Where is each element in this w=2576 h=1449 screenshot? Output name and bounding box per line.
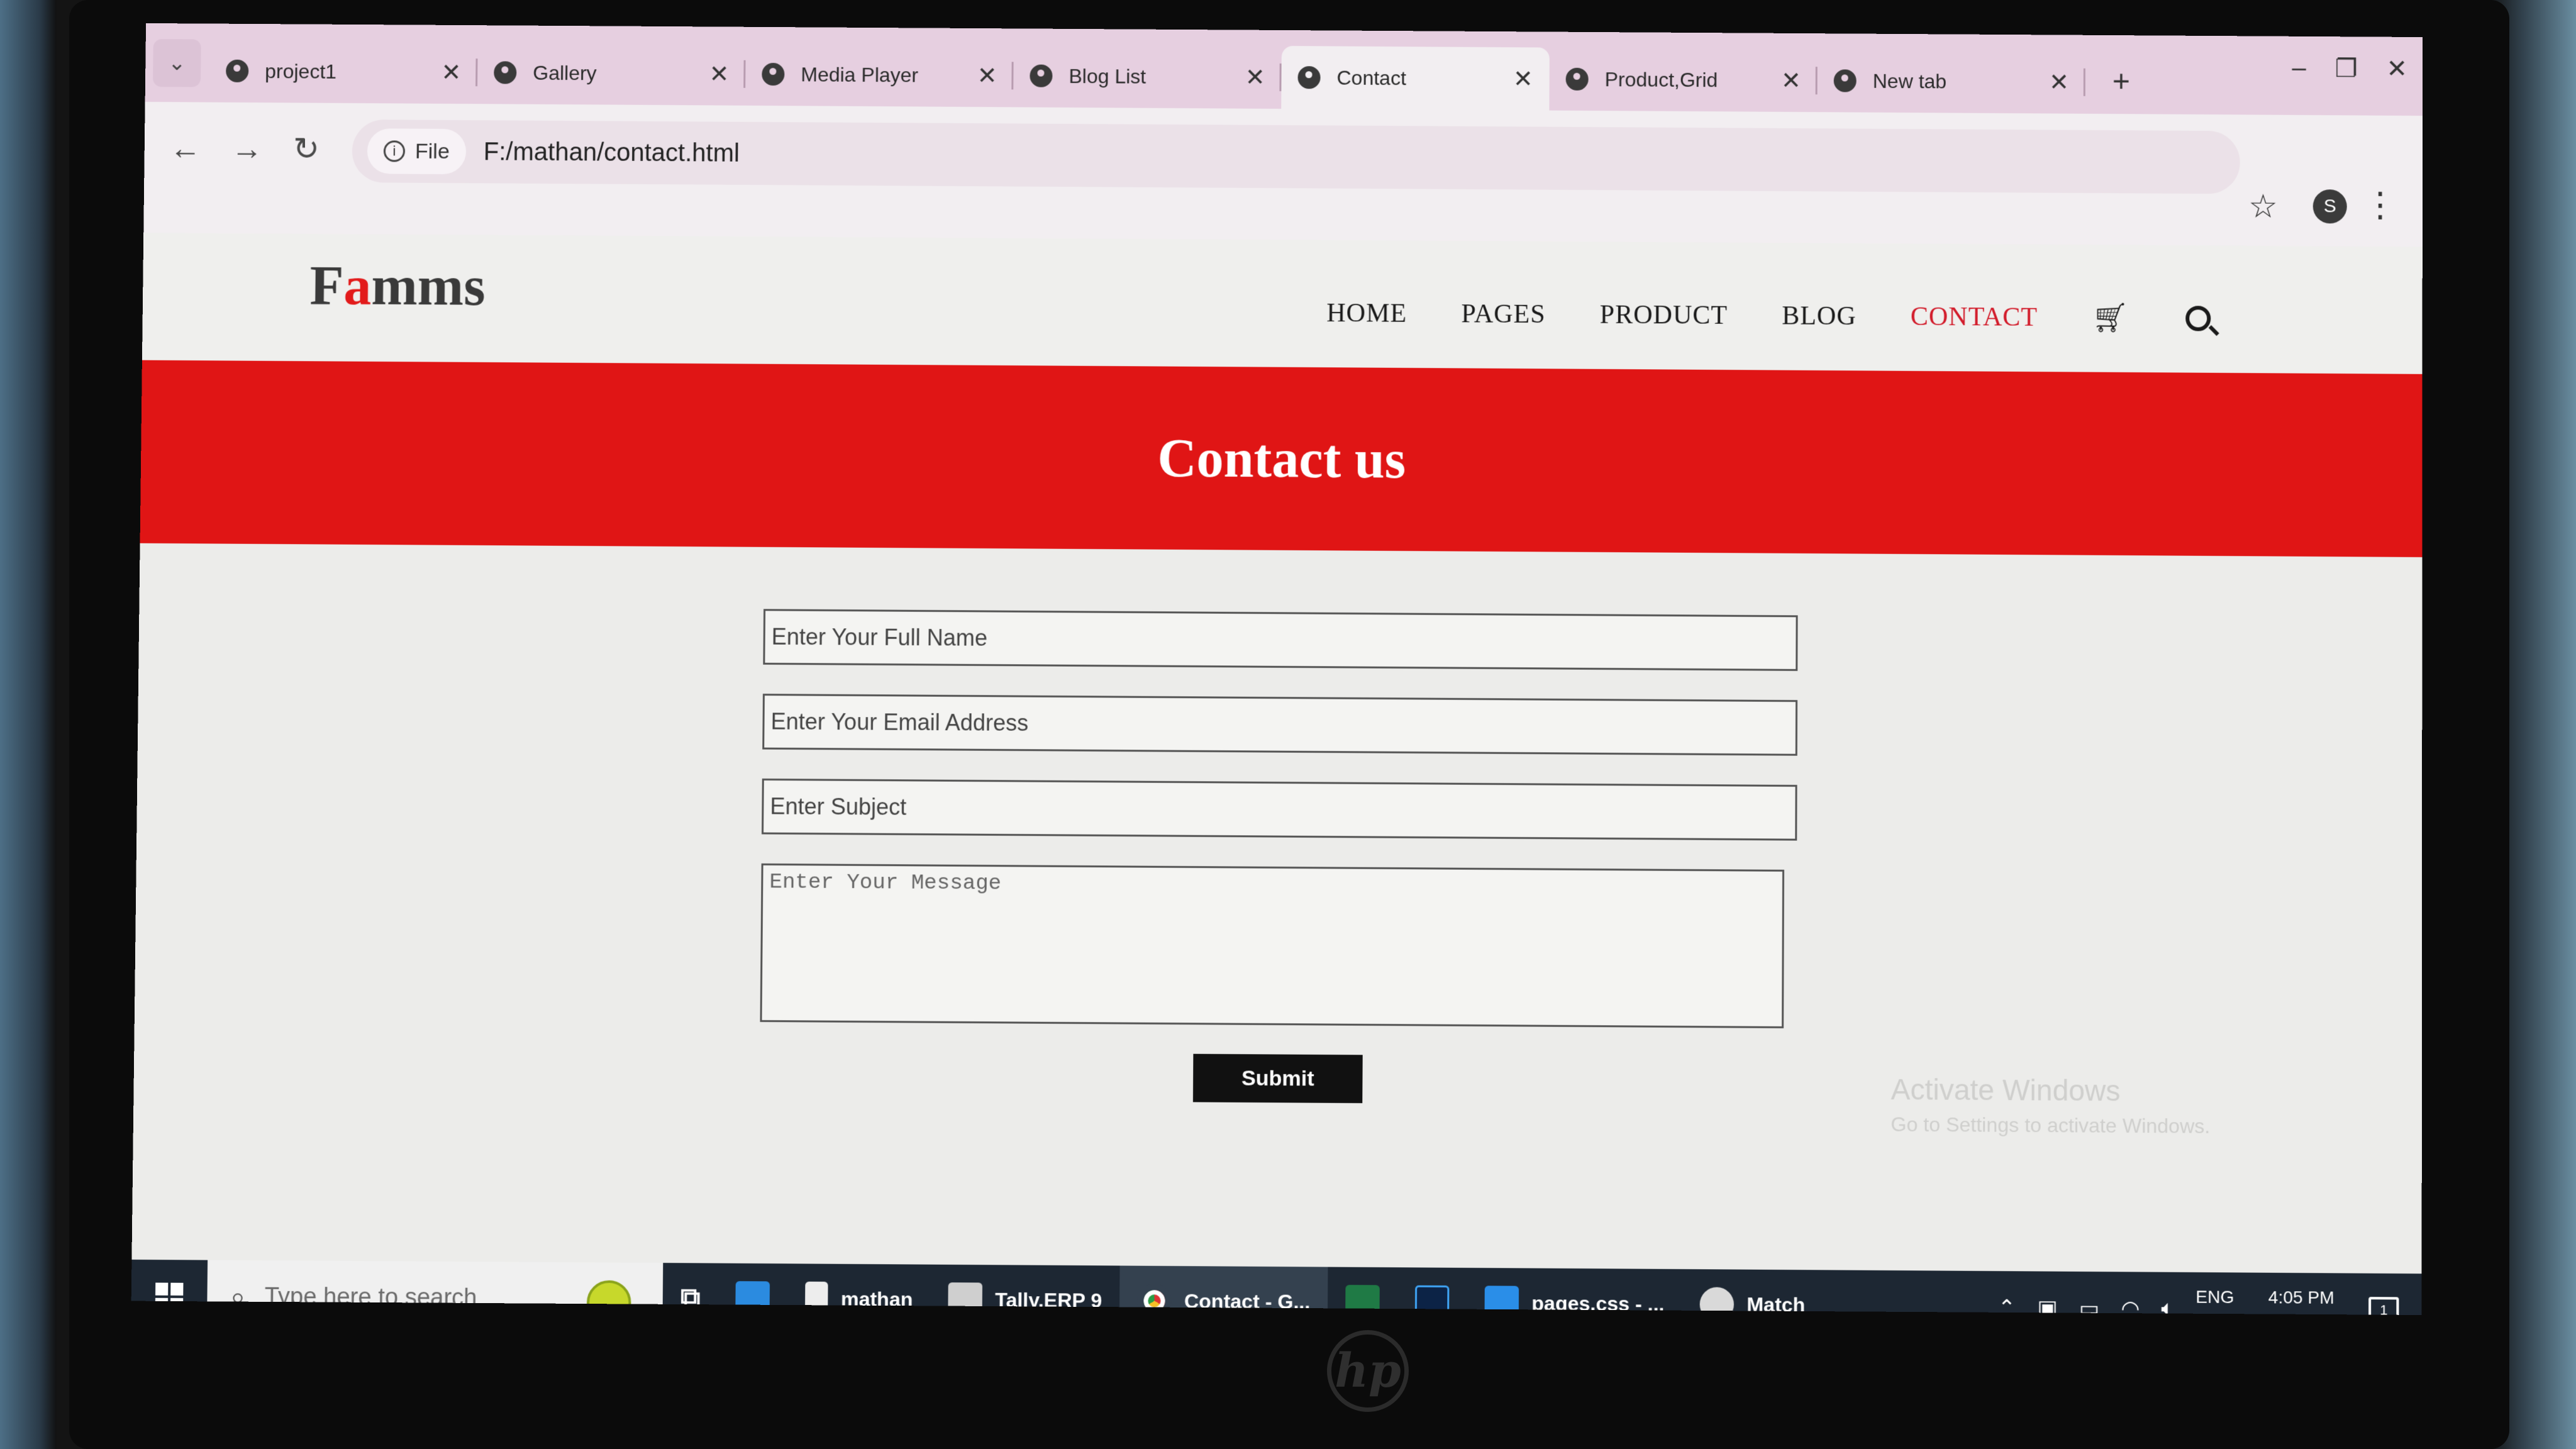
language-indicator[interactable]: ENG IN	[2196, 1285, 2234, 1315]
notification-center-icon[interactable]: 1	[2368, 1296, 2399, 1315]
globe-icon	[1565, 67, 1589, 91]
tab-title: Media Player	[801, 62, 919, 86]
browser-menu-icon[interactable]: ⋮	[2363, 185, 2397, 225]
taskbar-excel-app[interactable]	[1328, 1267, 1397, 1315]
close-icon[interactable]: ✕	[1513, 65, 1533, 93]
logo-rest: mms	[370, 255, 486, 318]
subject-input[interactable]	[762, 778, 1797, 841]
profile-avatar[interactable]: S	[2312, 189, 2347, 224]
reload-icon[interactable]: ↻	[293, 130, 320, 167]
watermark-title: Activate Windows	[1890, 1072, 2121, 1108]
notification-count: 1	[2380, 1301, 2388, 1315]
page-banner: Contact us	[140, 360, 2423, 557]
back-icon[interactable]: ←	[169, 130, 202, 166]
nav-pages[interactable]: PAGES	[1461, 299, 1546, 330]
globe-icon	[226, 59, 249, 82]
browser-tab-strip: ⌄ project1 ✕ Gallery ✕ Media Player ✕ Blog …	[145, 23, 2423, 116]
restore-icon[interactable]: ❐	[2335, 54, 2358, 83]
logo-first: F	[309, 255, 344, 317]
tab-gallery[interactable]: Gallery ✕	[477, 41, 746, 106]
globe-icon	[1833, 69, 1857, 92]
volume-muted-icon[interactable]: 🔈︎	[2161, 1296, 2174, 1315]
tab-media-player[interactable]: Media Player ✕	[745, 43, 1014, 108]
globe-icon	[1297, 66, 1321, 89]
close-icon[interactable]: ✕	[441, 58, 461, 86]
logo-accent: a	[343, 255, 372, 317]
email-input[interactable]	[762, 694, 1798, 756]
address-bar[interactable]: i File F:/mathan/contact.html	[352, 119, 2240, 194]
tab-title: Contact	[1336, 66, 1406, 89]
tab-new-tab[interactable]: New tab ✕	[1818, 49, 2085, 114]
chevron-up-icon[interactable]: ⌃	[1997, 1295, 2016, 1315]
battery-icon[interactable]: ▭	[2079, 1296, 2099, 1315]
close-icon[interactable]: ✕	[1245, 63, 1265, 91]
submit-button[interactable]: Submit	[1192, 1053, 1363, 1104]
site-info-chip[interactable]: i File	[367, 128, 467, 175]
nav-home[interactable]: HOME	[1326, 297, 1407, 328]
taskbar-clock[interactable]: 4:05 PM 8/24/2025	[2262, 1285, 2340, 1315]
wifi-icon[interactable]: ◠	[2121, 1296, 2140, 1315]
globe-icon	[762, 62, 785, 86]
tab-project1[interactable]: project1 ✕	[209, 40, 478, 104]
contact-form: Submit	[759, 609, 1798, 1106]
tab-blog-list[interactable]: Blog List ✕	[1013, 44, 1282, 109]
desk-background-left	[0, 0, 57, 1449]
tab-title: Product,Grid	[1604, 67, 1718, 91]
laptop-screen: ⌄ project1 ✕ Gallery ✕ Media Player ✕ Blog …	[131, 23, 2423, 1315]
site-info-label: File	[414, 139, 450, 164]
browser-toolbar: ← → ↻ i File F:/mathan/contact.html ☆ S …	[143, 101, 2423, 247]
window-close-icon[interactable]: ✕	[2386, 55, 2407, 84]
tab-title: project1	[265, 59, 337, 83]
cart-icon[interactable]: 🛒︎	[2092, 300, 2129, 335]
hp-logo: hp	[1327, 1330, 1409, 1412]
globe-icon	[1030, 64, 1053, 87]
language-code: ENG	[2196, 1286, 2235, 1307]
tab-title: New tab	[1872, 69, 1947, 92]
forward-icon[interactable]: →	[231, 130, 264, 167]
site-nav: HOME PAGES PRODUCT BLOG CONTACT 🛒︎	[1326, 296, 2211, 336]
new-tab-button[interactable]: +	[2099, 64, 2143, 99]
close-icon[interactable]: ✕	[2049, 68, 2069, 96]
page-title: Contact us	[1157, 427, 1406, 490]
full-name-input[interactable]	[763, 609, 1798, 671]
tab-product-grid[interactable]: Product,Grid ✕	[1549, 48, 1818, 113]
nav-product[interactable]: PRODUCT	[1600, 299, 1728, 330]
taskbar-item-vscode[interactable]: pages.css - ...	[1467, 1267, 1682, 1315]
network-status-icon[interactable]: ▣	[2037, 1295, 2057, 1315]
taskbar-photoshop-app[interactable]	[1397, 1267, 1467, 1315]
activate-windows-watermark: Activate Windows Go to Settings to activ…	[1890, 1072, 2210, 1138]
message-textarea[interactable]	[760, 863, 1785, 1029]
url-text[interactable]: F:/mathan/contact.html	[484, 138, 740, 168]
tab-title: Blog List	[1069, 64, 1146, 88]
window-controls: – ❐ ✕	[2292, 54, 2407, 84]
tab-contact[interactable]: Contact ✕	[1281, 45, 1550, 111]
globe-icon	[494, 61, 517, 84]
tab-title: Gallery	[533, 61, 597, 84]
info-icon: i	[383, 140, 406, 162]
close-icon[interactable]: ✕	[1781, 66, 1801, 94]
close-icon[interactable]: ✕	[977, 62, 997, 90]
close-icon[interactable]: ✕	[709, 60, 729, 88]
web-page: Famms HOME PAGES PRODUCT BLOG CONTACT 🛒︎…	[131, 233, 2423, 1274]
minimize-icon[interactable]: –	[2292, 54, 2306, 83]
nav-contact[interactable]: CONTACT	[1911, 301, 2038, 332]
search-icon[interactable]	[2185, 305, 2211, 331]
system-tray: ⌃ ▣ ▭ ◠ 🔈︎ ENG IN 4:05 PM 8/24/2025 1	[1997, 1284, 2421, 1315]
bookmark-star-icon[interactable]: ☆	[2248, 187, 2278, 225]
tab-search-button[interactable]: ⌄	[152, 39, 201, 87]
watermark-subtitle: Go to Settings to activate Windows.	[1890, 1113, 2211, 1138]
clock-time: 4:05 PM	[2268, 1287, 2334, 1307]
nav-blog[interactable]: BLOG	[1782, 301, 1857, 331]
taskbar-item-match[interactable]: Match	[1682, 1269, 1823, 1315]
site-header: Famms HOME PAGES PRODUCT BLOG CONTACT 🛒︎	[142, 233, 2423, 374]
site-logo[interactable]: Famms	[309, 254, 486, 319]
